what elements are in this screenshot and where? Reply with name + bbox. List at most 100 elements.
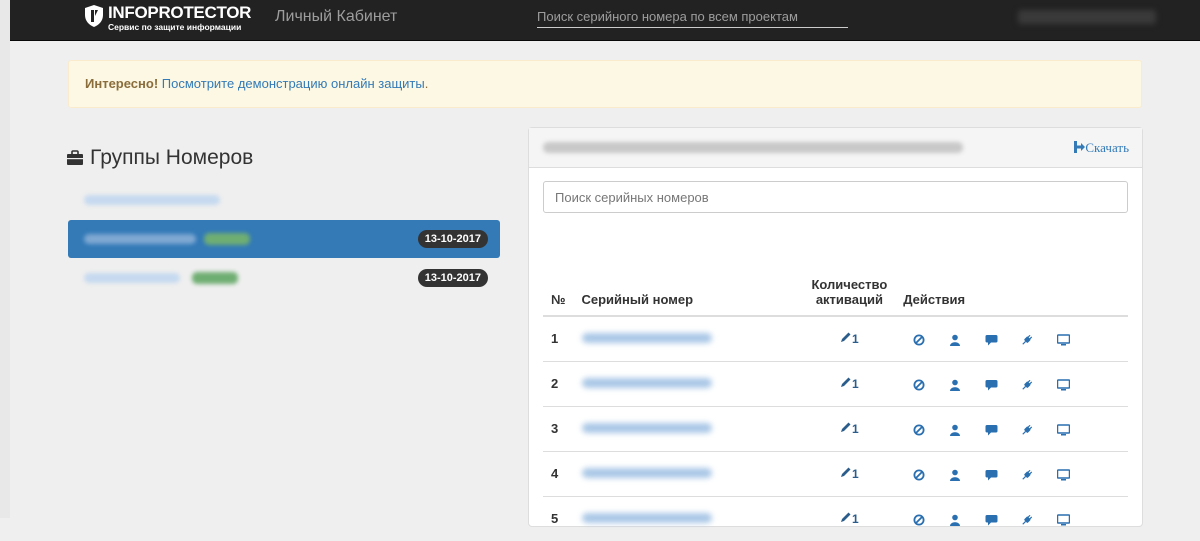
table-row: 4 1 (543, 450, 1128, 496)
pencil-icon (841, 377, 851, 387)
col-count-line1: Количество (811, 277, 888, 292)
edit-count-link[interactable]: 1 (840, 422, 859, 436)
left-edge (0, 0, 10, 518)
edit-count-link[interactable]: 1 (840, 377, 859, 391)
count-cell: 1 (803, 315, 896, 361)
pencil-icon (841, 332, 851, 343)
groups-heading: Группы Номеров (66, 146, 253, 172)
serial-search-input[interactable] (543, 181, 1128, 213)
user-email-blurred[interactable] (1018, 10, 1156, 24)
pencil-icon (841, 422, 851, 432)
table-row: 3 1 (543, 405, 1128, 451)
global-serial-search-input[interactable] (537, 6, 848, 28)
monitor-icon[interactable] (1057, 421, 1093, 436)
alert-strong: Интересно! (85, 76, 159, 91)
shield-icon (85, 5, 103, 27)
ban-icon[interactable] (903, 466, 949, 481)
group-item-test[interactable]: 13-10-2017 (68, 259, 500, 297)
ban-icon[interactable] (903, 331, 949, 346)
group-name-blurred (84, 195, 220, 205)
comment-icon[interactable] (985, 421, 1021, 436)
serial-link-blurred[interactable] (581, 423, 712, 433)
comment-icon[interactable] (985, 376, 1021, 391)
top-navbar: INFOPROTECTOR Сервис по защите информаци… (10, 0, 1200, 41)
panel-heading: Скачать (529, 128, 1142, 168)
ban-icon[interactable] (903, 511, 949, 526)
demo-link[interactable]: Посмотрите демонстрацию онлайн защиты (162, 76, 425, 91)
serial-link-blurred[interactable] (581, 468, 712, 478)
group-item-active[interactable]: 13-10-2017 (68, 220, 500, 258)
serial-cell (573, 405, 804, 451)
user-icon[interactable] (949, 466, 985, 481)
row-number: 2 (543, 360, 574, 406)
comment-icon[interactable] (985, 331, 1021, 346)
monitor-icon[interactable] (1057, 466, 1093, 481)
download-label: Скачать (1085, 140, 1129, 155)
serial-cell (573, 360, 804, 406)
serial-link-blurred[interactable] (581, 378, 712, 388)
plug-icon[interactable] (1021, 421, 1057, 436)
row-number: 1 (543, 315, 574, 361)
breadcrumb-blurred (543, 142, 963, 153)
brand-tagline: Сервис по защите информации (108, 22, 242, 32)
activation-count: 1 (852, 422, 859, 436)
brand-logo[interactable]: INFOPROTECTOR Сервис по защите информаци… (84, 2, 254, 36)
table-row: 5 1 (543, 495, 1128, 541)
group-name-blurred (84, 234, 196, 244)
table-row: 1 1 (543, 315, 1128, 361)
comment-icon[interactable] (985, 511, 1021, 526)
user-icon[interactable] (949, 331, 985, 346)
group-item-all[interactable] (68, 181, 500, 219)
pencil-icon (841, 512, 851, 523)
user-icon[interactable] (949, 421, 985, 436)
edit-count-link[interactable]: 1 (840, 332, 859, 346)
groups-title-text: Группы Номеров (90, 146, 254, 169)
monitor-icon[interactable] (1057, 376, 1093, 391)
cabinet-title[interactable]: Личный Кабинет (275, 8, 397, 26)
serial-link-blurred[interactable] (581, 333, 712, 344)
count-cell: 1 (803, 450, 896, 496)
user-icon[interactable] (949, 511, 985, 526)
download-link[interactable]: Скачать (1074, 140, 1129, 156)
col-serial[interactable]: Серийный номер (573, 274, 804, 317)
plug-icon[interactable] (1021, 466, 1057, 481)
activation-count: 1 (852, 332, 859, 347)
table-row: 2 1 (543, 360, 1128, 406)
user-icon[interactable] (949, 376, 985, 391)
serials-table: № Серийный номер Количество активаций Де… (543, 274, 1128, 541)
download-icon (1074, 141, 1086, 153)
serial-link-blurred[interactable] (581, 513, 712, 524)
group-badge-blurred (192, 272, 238, 284)
actions-cell (895, 315, 1128, 361)
row-number: 4 (543, 450, 574, 496)
pencil-icon (841, 467, 851, 477)
edit-count-link[interactable]: 1 (840, 467, 859, 481)
count-cell: 1 (803, 495, 896, 541)
briefcase-icon (66, 148, 84, 172)
activation-count: 1 (852, 512, 859, 527)
row-number: 3 (543, 405, 574, 451)
actions-cell (895, 450, 1128, 496)
comment-icon[interactable] (985, 466, 1021, 481)
ban-icon[interactable] (903, 421, 949, 436)
actions-cell (895, 360, 1128, 406)
edit-count-link[interactable]: 1 (840, 512, 859, 526)
group-badge-blurred (204, 233, 250, 245)
plug-icon[interactable] (1021, 376, 1057, 391)
row-number: 5 (543, 495, 574, 541)
monitor-icon[interactable] (1057, 331, 1093, 346)
col-num[interactable]: № (543, 274, 574, 317)
plug-icon[interactable] (1021, 331, 1057, 346)
serial-cell (573, 450, 804, 496)
serial-cell (573, 495, 804, 541)
plug-icon[interactable] (1021, 511, 1057, 526)
monitor-icon[interactable] (1057, 511, 1093, 526)
col-count[interactable]: Количество активаций (803, 274, 896, 317)
serial-cell (573, 315, 804, 361)
alert-end: . (424, 76, 429, 91)
activation-count: 1 (852, 467, 859, 481)
group-name-blurred (84, 273, 180, 283)
ban-icon[interactable] (903, 376, 949, 391)
group-date-badge: 13-10-2017 (417, 230, 488, 248)
actions-cell (895, 495, 1128, 541)
